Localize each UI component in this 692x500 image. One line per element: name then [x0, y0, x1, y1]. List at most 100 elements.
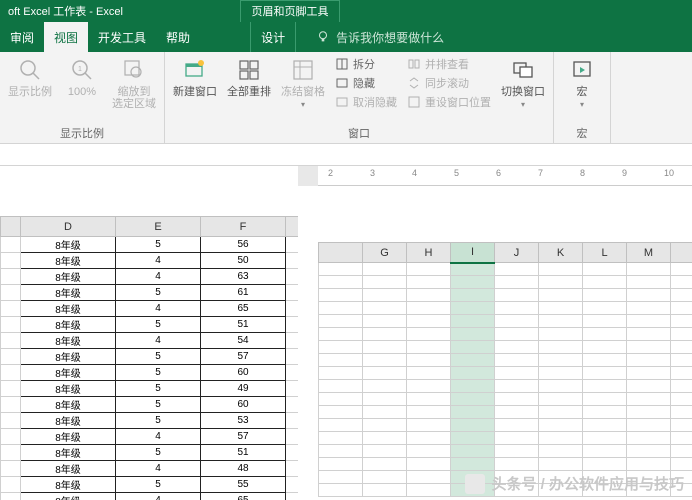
table-row[interactable]: 8年级561: [1, 285, 299, 301]
table-row[interactable]: 8年级549: [1, 381, 299, 397]
table-row[interactable]: 8年级454: [1, 333, 299, 349]
freeze-panes-icon: [289, 56, 317, 84]
horizontal-ruler: 2345678910: [318, 166, 692, 186]
ribbon-tabs: 审阅 视图 开发工具 帮助 设计 告诉我你想要做什么: [0, 22, 692, 52]
macros-button[interactable]: 宏 ▾: [562, 56, 602, 109]
freeze-panes-button[interactable]: 冻结窗格 ▾: [281, 56, 325, 109]
table-row[interactable]: 8年级551: [1, 445, 299, 461]
side-by-side-icon: [407, 57, 421, 71]
group-zoom-label: 显示比例: [60, 123, 104, 141]
col-header-i[interactable]: I: [451, 243, 495, 263]
switch-windows-icon: [509, 56, 537, 84]
chevron-down-icon: ▾: [301, 100, 305, 109]
reset-window-icon: [407, 95, 421, 109]
col-header-f[interactable]: F: [201, 217, 286, 237]
table-row[interactable]: 8年级448: [1, 461, 299, 477]
table-row[interactable]: 8年级465: [1, 493, 299, 500]
table-row[interactable]: 8年级551: [1, 317, 299, 333]
col-header-e[interactable]: E: [116, 217, 201, 237]
unhide-button[interactable]: 取消隐藏: [335, 94, 397, 110]
table-row[interactable]: [319, 406, 692, 419]
watermark-logo-icon: [465, 474, 485, 494]
zoom-100-button[interactable]: 1 100%: [62, 56, 102, 98]
arrange-all-icon: [235, 56, 263, 84]
col-header-m[interactable]: M: [627, 243, 671, 263]
macros-icon: [568, 56, 596, 84]
title-bar: oft Excel 工作表 - Excel: [0, 0, 692, 22]
tab-design[interactable]: 设计: [250, 22, 296, 52]
col-header-l[interactable]: L: [583, 243, 627, 263]
hide-button[interactable]: 隐藏: [335, 75, 397, 91]
table-row[interactable]: [319, 419, 692, 432]
table-row[interactable]: 8年级463: [1, 269, 299, 285]
zoom-button[interactable]: 显示比例: [8, 56, 52, 98]
table-row[interactable]: [319, 315, 692, 328]
tab-review[interactable]: 审阅: [0, 22, 44, 52]
table-row[interactable]: [319, 367, 692, 380]
table-row[interactable]: 8年级557: [1, 349, 299, 365]
table-row[interactable]: [319, 289, 692, 302]
col-header-j[interactable]: J: [495, 243, 539, 263]
group-macros-label: 宏: [577, 123, 588, 141]
table-row[interactable]: 8年级450: [1, 253, 299, 269]
table-row[interactable]: [319, 393, 692, 406]
table-row[interactable]: [319, 432, 692, 445]
col-header-h[interactable]: H: [407, 243, 451, 263]
tab-view[interactable]: 视图: [44, 22, 88, 52]
left-pane: D E F 8年级5568年级4508年级4638年级5618年级4658年级5…: [0, 166, 298, 500]
tab-help[interactable]: 帮助: [156, 22, 200, 52]
table-row[interactable]: [319, 380, 692, 393]
table-row[interactable]: 8年级560: [1, 397, 299, 413]
data-table-right[interactable]: GHIJKLM: [318, 242, 692, 497]
table-row[interactable]: [319, 341, 692, 354]
zoom-selection-button[interactable]: 缩放到 选定区域: [112, 56, 156, 110]
zoom-100-icon: 1: [68, 56, 96, 84]
group-window: 新建窗口 全部重排 冻结窗格 ▾ 拆分 隐藏 取消隐藏 并排查看 同步滚动 重设…: [165, 52, 554, 143]
ribbon: 显示比例 1 100% 缩放到 选定区域 显示比例 新建窗口 全部重排: [0, 52, 692, 144]
corner-cell[interactable]: [1, 217, 21, 237]
split-icon: [335, 57, 349, 71]
hide-icon: [335, 76, 349, 90]
svg-text:1: 1: [78, 66, 82, 73]
tab-developer[interactable]: 开发工具: [88, 22, 156, 52]
reset-window-button[interactable]: 重设窗口位置: [407, 94, 491, 110]
table-row[interactable]: 8年级556: [1, 237, 299, 253]
table-row[interactable]: 8年级553: [1, 413, 299, 429]
split-button[interactable]: 拆分: [335, 56, 397, 72]
table-row[interactable]: 8年级555: [1, 477, 299, 493]
table-row[interactable]: [319, 263, 692, 276]
data-table-left[interactable]: D E F 8年级5568年级4508年级4638年级5618年级4658年级5…: [0, 216, 298, 500]
tell-me[interactable]: 告诉我你想要做什么: [316, 22, 444, 52]
col-edge[interactable]: [286, 217, 299, 237]
bulb-icon: [316, 30, 330, 44]
right-pane: 2345678910 GHIJKLM: [298, 166, 692, 500]
watermark: 头条号 / 办公软件应用与技巧: [465, 473, 684, 494]
new-window-icon: [181, 56, 209, 84]
table-row[interactable]: [319, 354, 692, 367]
window-title: oft Excel 工作表 - Excel: [8, 3, 123, 19]
new-window-button[interactable]: 新建窗口: [173, 56, 217, 98]
table-row[interactable]: [319, 328, 692, 341]
context-tab-title: 页眉和页脚工具: [240, 0, 340, 22]
view-side-by-side-button[interactable]: 并排查看: [407, 56, 491, 72]
group-window-label: 窗口: [348, 123, 370, 141]
group-macros: 宏 ▾ 宏: [554, 52, 611, 143]
table-row[interactable]: [319, 458, 692, 471]
col-header-g[interactable]: G: [363, 243, 407, 263]
table-row[interactable]: [319, 445, 692, 458]
formula-bar[interactable]: [0, 144, 692, 166]
table-row[interactable]: [319, 276, 692, 289]
switch-windows-button[interactable]: 切换窗口 ▾: [501, 56, 545, 109]
table-row[interactable]: 8年级560: [1, 365, 299, 381]
group-zoom: 显示比例 1 100% 缩放到 选定区域 显示比例: [0, 52, 165, 143]
sync-scroll-button[interactable]: 同步滚动: [407, 75, 491, 91]
table-row[interactable]: 8年级457: [1, 429, 299, 445]
col-header-d[interactable]: D: [21, 217, 116, 237]
table-row[interactable]: 8年级465: [1, 301, 299, 317]
col-header-k[interactable]: K: [539, 243, 583, 263]
table-row[interactable]: [319, 302, 692, 315]
chevron-down-icon: ▾: [521, 100, 525, 109]
zoom-selection-icon: [120, 56, 148, 84]
unhide-icon: [335, 95, 349, 109]
arrange-all-button[interactable]: 全部重排: [227, 56, 271, 98]
